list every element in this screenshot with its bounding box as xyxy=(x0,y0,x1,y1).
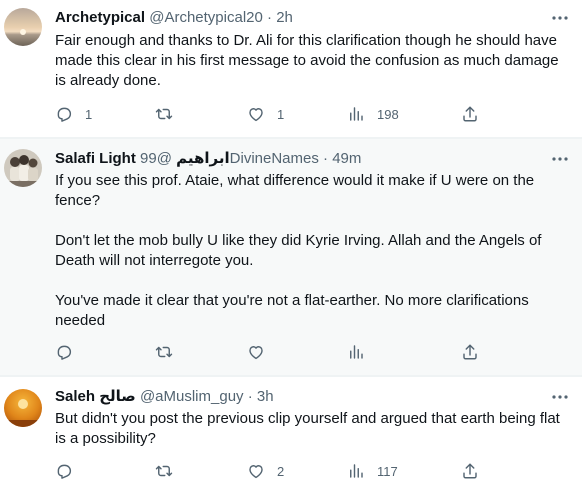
reply-count: 1 xyxy=(85,106,93,122)
like-button[interactable] xyxy=(247,342,277,362)
display-name[interactable]: Saleh صالح xyxy=(55,388,136,405)
tweet-paragraph: Don't let the mob bully U like they did … xyxy=(55,232,542,269)
retweet-icon xyxy=(155,343,173,361)
separator-dot: · xyxy=(323,150,329,167)
tweet-header: Saleh صالح @aMuslim_guy · 3h xyxy=(55,387,542,407)
share-button[interactable] xyxy=(461,461,479,481)
heart-icon xyxy=(247,343,265,361)
tweet-paragraph: You've made it clear that you're not a f… xyxy=(55,292,529,329)
tweet-paragraph: If you see this prof. Ataie, what differ… xyxy=(55,172,535,209)
reply-button[interactable]: 1 xyxy=(55,104,92,124)
retweet-icon xyxy=(155,105,173,123)
tweet-paragraph: Fair enough and thanks to Dr. Ali for th… xyxy=(55,32,559,89)
tweet-text: But didn't you post the previous clip yo… xyxy=(55,409,564,449)
share-button[interactable] xyxy=(461,342,479,362)
action-bar xyxy=(55,342,485,362)
like-button[interactable]: 2 xyxy=(247,461,284,481)
reply-icon xyxy=(55,343,73,361)
separator-dot: · xyxy=(247,388,253,405)
views-icon xyxy=(347,462,365,480)
more-icon[interactable] xyxy=(548,149,572,169)
heart-icon xyxy=(247,105,265,123)
views-count: 198 xyxy=(377,106,399,122)
share-icon xyxy=(461,462,479,480)
avatar[interactable] xyxy=(4,149,42,187)
share-icon xyxy=(461,105,479,123)
tweet-text: Fair enough and thanks to Dr. Ali for th… xyxy=(55,31,564,91)
avatar[interactable] xyxy=(4,389,42,427)
timestamp[interactable]: 49m xyxy=(332,150,361,167)
views-button[interactable] xyxy=(347,342,377,362)
reply-icon xyxy=(55,462,73,480)
user-handle[interactable]: @aMuslim_guy xyxy=(140,388,244,405)
action-bar: 2 117 xyxy=(55,461,485,481)
avatar[interactable] xyxy=(4,8,42,46)
tweet-header: Archetypical @Archetypical20 · 2h xyxy=(55,8,542,28)
tweet-paragraph: But didn't you post the previous clip yo… xyxy=(55,410,560,447)
tweet[interactable]: Salafi Light ابراهيم @99DivineNames · 49… xyxy=(0,138,582,376)
retweet-button[interactable] xyxy=(155,342,185,362)
user-handle[interactable]: @Archetypical20 xyxy=(149,9,263,26)
like-button[interactable]: 1 xyxy=(247,104,284,124)
retweet-icon xyxy=(155,462,173,480)
heart-icon xyxy=(247,462,265,480)
views-icon xyxy=(347,105,365,123)
share-button[interactable] xyxy=(461,104,479,124)
views-button[interactable]: 117 xyxy=(347,461,398,481)
separator-dot: · xyxy=(267,9,273,26)
timestamp[interactable]: 2h xyxy=(276,9,293,26)
share-icon xyxy=(461,343,479,361)
retweet-button[interactable] xyxy=(155,461,185,481)
reply-icon xyxy=(55,105,73,123)
like-count: 1 xyxy=(277,106,285,122)
reply-button[interactable] xyxy=(55,461,85,481)
user-handle[interactable]: @99DivineNames xyxy=(140,150,319,167)
views-count: 117 xyxy=(377,463,398,479)
tweet[interactable]: Saleh صالح @aMuslim_guy · 3h But didn't … xyxy=(0,376,582,494)
like-count: 2 xyxy=(277,463,285,479)
display-name[interactable]: Archetypical xyxy=(55,9,145,26)
tweet[interactable]: Archetypical @Archetypical20 · 2h Fair e… xyxy=(0,0,582,138)
more-icon[interactable] xyxy=(548,8,572,28)
views-button[interactable]: 198 xyxy=(347,104,399,124)
more-icon[interactable] xyxy=(548,387,572,407)
reply-button[interactable] xyxy=(55,342,85,362)
retweet-button[interactable] xyxy=(155,104,185,124)
action-bar: 1 1 198 xyxy=(55,104,485,124)
timestamp[interactable]: 3h xyxy=(257,388,274,405)
tweet-text: If you see this prof. Ataie, what differ… xyxy=(55,171,564,331)
tweet-header: Salafi Light ابراهيم @99DivineNames · 49… xyxy=(55,149,542,169)
views-icon xyxy=(347,343,365,361)
